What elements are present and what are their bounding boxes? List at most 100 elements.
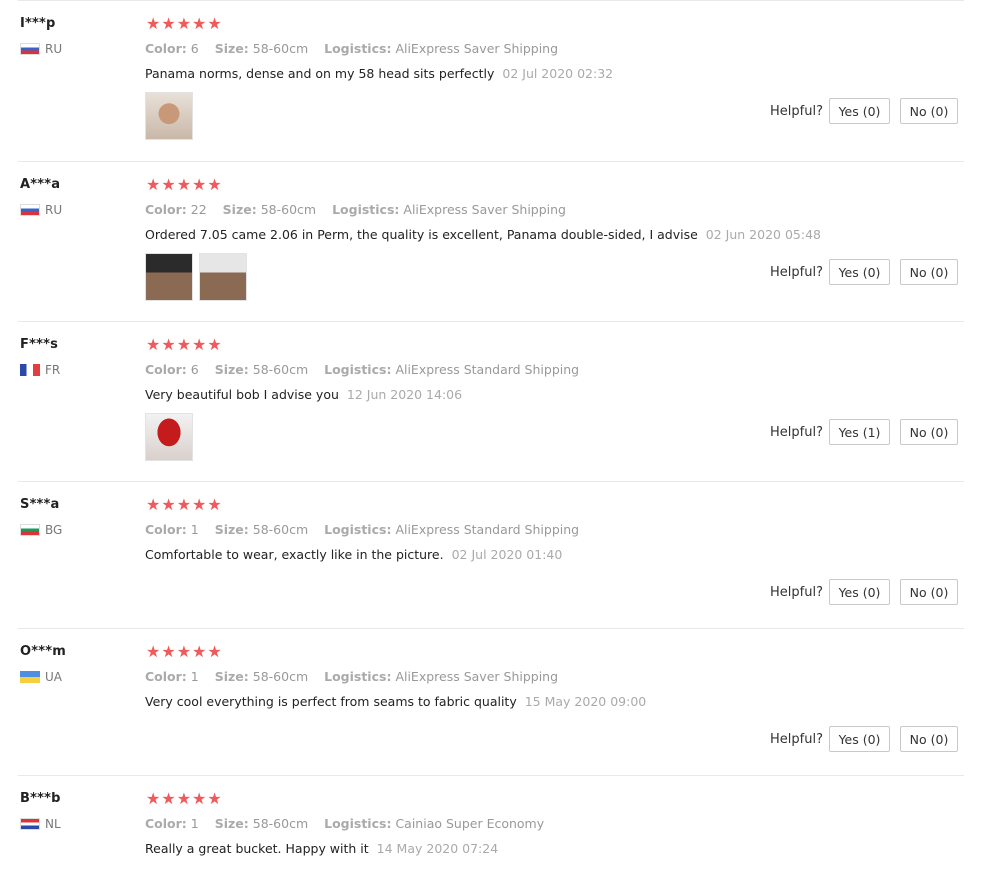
color-value: 6 bbox=[190, 362, 199, 377]
review-photos bbox=[145, 253, 253, 301]
reviewer-country: RU bbox=[20, 203, 62, 217]
size-value: 58-60cm bbox=[252, 362, 309, 377]
reviewer-country: FR bbox=[20, 363, 60, 377]
helpful-yes-button[interactable]: Yes (0) bbox=[829, 579, 890, 605]
review-text-line: Panama norms, dense and on my 58 head si… bbox=[145, 66, 613, 81]
country-code: FR bbox=[45, 363, 61, 377]
review-photo-thumbnail[interactable] bbox=[145, 253, 193, 301]
size-value: 58-60cm bbox=[252, 816, 309, 831]
country-flag-icon bbox=[20, 43, 40, 55]
star-rating: ★★★★★ bbox=[146, 335, 223, 354]
color-label: Color: bbox=[145, 669, 187, 684]
review-date: 12 Jun 2020 14:06 bbox=[346, 387, 463, 402]
size-label: Size: bbox=[222, 202, 257, 217]
review-date: 02 Jul 2020 02:32 bbox=[502, 66, 614, 81]
review-text-line: Very beautiful bob I advise you 12 Jun 2… bbox=[145, 387, 462, 402]
review-photo-thumbnail[interactable] bbox=[145, 92, 193, 140]
review-text-line: Comfortable to wear, exactly like in the… bbox=[145, 547, 562, 562]
star-rating: ★★★★★ bbox=[146, 642, 223, 661]
review-text-line: Ordered 7.05 came 2.06 in Perm, the qual… bbox=[145, 227, 821, 242]
reviewer-name: A***a bbox=[20, 177, 61, 192]
color-label: Color: bbox=[145, 522, 187, 537]
helpful-no-button[interactable]: No (0) bbox=[900, 419, 958, 445]
helpful-label: Helpful? bbox=[770, 104, 823, 119]
country-code: BG bbox=[45, 523, 63, 537]
review-photos bbox=[145, 413, 199, 461]
logistics-value: AliExpress Saver Shipping bbox=[403, 202, 566, 217]
review-text: Very beautiful bob I advise you bbox=[145, 387, 339, 402]
review-divider bbox=[18, 775, 964, 776]
size-label: Size: bbox=[214, 522, 249, 537]
review-date: 15 May 2020 09:00 bbox=[524, 694, 647, 709]
review-photo-thumbnail[interactable] bbox=[145, 413, 193, 461]
review-divider bbox=[18, 161, 964, 162]
size-label: Size: bbox=[214, 362, 249, 377]
reviewer-country: BG bbox=[20, 523, 62, 537]
review-text: Very cool everything is perfect from sea… bbox=[145, 694, 517, 709]
helpful-yes-button[interactable]: Yes (0) bbox=[829, 726, 890, 752]
review-attributes: Color: 6 Size: 58-60cm Logistics: AliExp… bbox=[145, 362, 579, 377]
review-date: 14 May 2020 07:24 bbox=[376, 841, 499, 856]
color-value: 1 bbox=[190, 522, 199, 537]
reviewer-name: B***b bbox=[20, 791, 61, 806]
color-label: Color: bbox=[145, 41, 187, 56]
logistics-value: AliExpress Standard Shipping bbox=[395, 522, 580, 537]
star-rating: ★★★★★ bbox=[146, 14, 223, 33]
helpful-no-button[interactable]: No (0) bbox=[900, 579, 958, 605]
logistics-value: AliExpress Standard Shipping bbox=[395, 362, 580, 377]
helpful-yes-button[interactable]: Yes (1) bbox=[829, 419, 890, 445]
logistics-label: Logistics: bbox=[324, 669, 392, 684]
size-label: Size: bbox=[214, 41, 249, 56]
review-text: Really a great bucket. Happy with it bbox=[145, 841, 369, 856]
review-divider bbox=[18, 628, 964, 629]
review-text: Panama norms, dense and on my 58 head si… bbox=[145, 66, 495, 81]
size-value: 58-60cm bbox=[260, 202, 317, 217]
review-photo-thumbnail[interactable] bbox=[199, 253, 247, 301]
review-photos bbox=[145, 92, 199, 140]
logistics-value: Cainiao Super Economy bbox=[395, 816, 545, 831]
review-date: 02 Jul 2020 01:40 bbox=[451, 547, 563, 562]
helpful-no-button[interactable]: No (0) bbox=[900, 726, 958, 752]
reviewer-country: UA bbox=[20, 670, 62, 684]
review-attributes: Color: 1 Size: 58-60cm Logistics: AliExp… bbox=[145, 522, 579, 537]
helpful-no-button[interactable]: No (0) bbox=[900, 259, 958, 285]
review-text: Comfortable to wear, exactly like in the… bbox=[145, 547, 444, 562]
review-divider bbox=[18, 481, 964, 482]
size-label: Size: bbox=[214, 669, 249, 684]
country-flag-icon bbox=[20, 671, 40, 683]
color-value: 22 bbox=[190, 202, 207, 217]
star-rating: ★★★★★ bbox=[146, 495, 223, 514]
color-value: 1 bbox=[190, 669, 199, 684]
reviewer-name: F***s bbox=[20, 337, 59, 352]
review-attributes: Color: 22 Size: 58-60cm Logistics: AliEx… bbox=[145, 202, 566, 217]
color-label: Color: bbox=[145, 362, 187, 377]
logistics-value: AliExpress Saver Shipping bbox=[395, 41, 559, 56]
reviewer-name: O***m bbox=[20, 644, 66, 659]
country-code: NL bbox=[45, 817, 61, 831]
color-label: Color: bbox=[145, 816, 187, 831]
review-attributes: Color: 1 Size: 58-60cm Logistics: AliExp… bbox=[145, 669, 558, 684]
country-flag-icon bbox=[20, 204, 40, 216]
review-text-line: Really a great bucket. Happy with it 14 … bbox=[145, 841, 498, 856]
country-flag-icon bbox=[20, 524, 40, 536]
star-rating: ★★★★★ bbox=[146, 789, 223, 808]
color-label: Color: bbox=[145, 202, 187, 217]
color-value: 1 bbox=[190, 816, 199, 831]
reviewer-name: I***p bbox=[20, 16, 56, 31]
helpful-yes-button[interactable]: Yes (0) bbox=[829, 98, 890, 124]
logistics-label: Logistics: bbox=[324, 41, 392, 56]
helpful-label: Helpful? bbox=[770, 585, 823, 600]
helpful-yes-button[interactable]: Yes (0) bbox=[829, 259, 890, 285]
star-rating: ★★★★★ bbox=[146, 175, 223, 194]
review-text: Ordered 7.05 came 2.06 in Perm, the qual… bbox=[145, 227, 698, 242]
country-flag-icon bbox=[20, 818, 40, 830]
review-text-line: Very cool everything is perfect from sea… bbox=[145, 694, 646, 709]
reviewer-country: RU bbox=[20, 42, 62, 56]
logistics-label: Logistics: bbox=[324, 816, 392, 831]
helpful-no-button[interactable]: No (0) bbox=[900, 98, 958, 124]
logistics-value: AliExpress Saver Shipping bbox=[395, 669, 559, 684]
country-code: RU bbox=[45, 203, 63, 217]
size-value: 58-60cm bbox=[252, 522, 309, 537]
country-flag-icon bbox=[20, 364, 40, 376]
color-value: 6 bbox=[190, 41, 199, 56]
